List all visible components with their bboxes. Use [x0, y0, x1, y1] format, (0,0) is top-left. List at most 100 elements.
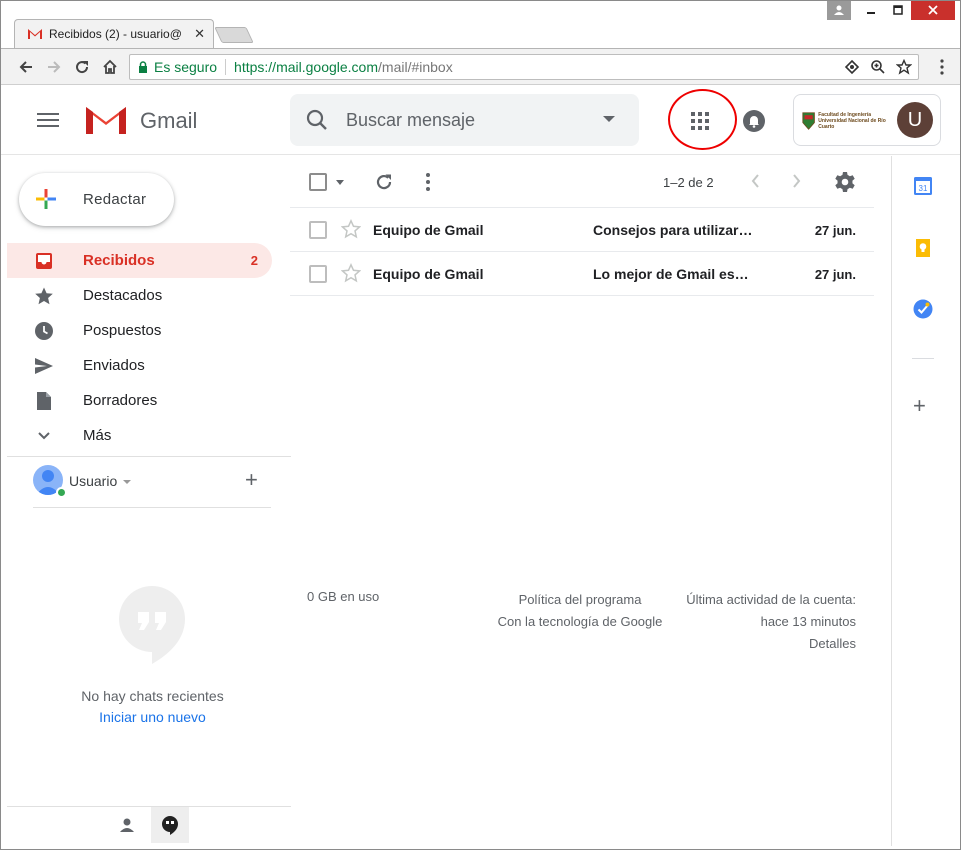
gmail-favicon-icon — [28, 29, 42, 39]
account-switcher[interactable]: Facultad de Ingeniería Universidad Nacio… — [793, 94, 941, 146]
minimize-button[interactable] — [857, 0, 884, 20]
email-subject: Consejos para utilizar… — [593, 222, 753, 238]
main-menu-button[interactable] — [37, 112, 59, 133]
email-date: 27 jun. — [814, 267, 856, 282]
sidebar-item-label: Borradores — [83, 392, 158, 409]
keep-button[interactable] — [913, 238, 933, 258]
sidebar-item-more[interactable]: Más — [7, 418, 272, 453]
browser-menu-button[interactable] — [940, 59, 944, 80]
bookmark-star-icon[interactable] — [896, 59, 912, 75]
send-icon — [34, 356, 54, 376]
newer-button[interactable] — [750, 173, 760, 194]
sidebar-divider — [7, 456, 291, 457]
tasks-button[interactable] — [913, 299, 933, 319]
more-actions-button[interactable] — [426, 173, 430, 196]
extension-icon[interactable] — [844, 59, 860, 75]
select-all-checkbox[interactable] — [309, 173, 327, 191]
search-icon[interactable] — [306, 109, 328, 131]
compose-button[interactable]: Redactar — [19, 173, 174, 226]
browser-tab[interactable]: Recibidos (2) - usuario@ ✕ — [14, 19, 214, 48]
gmail-m-icon — [86, 107, 126, 134]
list-toolbar: 1–2 de 2 — [290, 156, 874, 208]
new-chat-plus-icon[interactable]: + — [245, 469, 258, 491]
sidebar-item-starred[interactable]: Destacados — [7, 278, 272, 313]
older-button[interactable] — [792, 173, 802, 194]
hamburger-icon — [37, 113, 59, 127]
forward-button[interactable] — [44, 57, 64, 77]
minimize-icon — [866, 12, 875, 14]
select-dropdown-icon[interactable] — [336, 180, 344, 185]
sidebar-item-label: Destacados — [83, 287, 163, 304]
close-icon — [928, 5, 938, 15]
maximize-button[interactable] — [884, 0, 911, 20]
sidebar-item-inbox[interactable]: Recibidos 2 — [7, 243, 272, 278]
settings-button[interactable] — [834, 171, 856, 198]
person-icon — [834, 5, 844, 15]
sidebar-nav: Recibidos 2 Destacados Pospuestos Enviad… — [7, 243, 291, 453]
gmail-logo[interactable] — [85, 104, 127, 141]
url-host: https://mail.google.com — [234, 59, 379, 75]
hangouts-icon — [162, 816, 178, 835]
zoom-icon[interactable] — [870, 59, 886, 75]
pagination-info: 1–2 de 2 — [663, 175, 714, 190]
hangouts-divider — [33, 507, 271, 508]
back-button[interactable] — [16, 57, 36, 77]
person-icon — [120, 818, 134, 832]
maximize-icon — [892, 5, 903, 15]
get-addons-plus-icon[interactable]: + — [913, 395, 926, 417]
account-avatar[interactable]: U — [897, 102, 933, 138]
organization-logo: Facultad de Ingeniería Universidad Nacio… — [802, 108, 888, 134]
window-close-button[interactable] — [911, 0, 955, 20]
powered-by-text: Con la tecnología de Google — [497, 614, 663, 629]
no-chats-text: No hay chats recientes — [81, 688, 224, 704]
tab-close-icon[interactable]: ✕ — [194, 26, 205, 42]
email-row[interactable]: Equipo de Gmail Lo mejor de Gmail es… 27… — [290, 252, 874, 296]
email-sender: Equipo de Gmail — [373, 222, 484, 238]
user-name: Usuario — [69, 473, 118, 489]
start-new-chat-link[interactable]: Iniciar uno nuevo — [7, 709, 298, 725]
hangouts-button[interactable] — [151, 807, 189, 843]
clock-icon — [34, 321, 54, 341]
address-bar[interactable]: Es seguro https://mail.google.com/mail/#… — [129, 54, 919, 80]
new-tab-button[interactable] — [214, 27, 254, 43]
arrow-left-icon — [19, 61, 32, 73]
row-checkbox[interactable] — [309, 265, 327, 283]
email-row[interactable]: Equipo de Gmail Consejos para utilizar… … — [290, 208, 874, 252]
crest-icon — [802, 112, 815, 130]
tab-title: Recibidos (2) - usuario@ — [49, 27, 182, 41]
more-vert-icon — [940, 59, 944, 75]
tasks-check-icon — [913, 299, 933, 319]
browser-profile-button[interactable] — [827, 0, 851, 20]
row-checkbox[interactable] — [309, 221, 327, 239]
calendar-day: 31 — [919, 184, 928, 193]
program-policy-link[interactable]: Política del programa — [480, 589, 680, 611]
search-options-icon[interactable] — [603, 116, 615, 122]
reload-button[interactable] — [72, 57, 92, 77]
reload-icon — [76, 61, 89, 74]
last-activity-time: hace 13 minutos — [760, 614, 856, 629]
search-input[interactable] — [346, 108, 596, 132]
sidebar-item-sent[interactable]: Enviados — [7, 348, 272, 383]
details-link[interactable]: Detalles — [686, 633, 856, 655]
user-status-dropdown-icon[interactable] — [123, 480, 131, 484]
search-bar[interactable] — [290, 94, 639, 146]
home-button[interactable] — [100, 57, 120, 77]
sidebar-item-snoozed[interactable]: Pospuestos — [7, 313, 272, 348]
calendar-button[interactable]: 31 — [913, 176, 933, 196]
email-subject: Lo mejor de Gmail es… — [593, 266, 749, 282]
star-outline-icon[interactable] — [341, 263, 361, 283]
notifications-button[interactable] — [742, 109, 766, 138]
plus-multicolor-icon — [36, 189, 56, 209]
email-sender: Equipo de Gmail — [373, 266, 484, 282]
calendar-icon: 31 — [914, 177, 932, 195]
contacts-button[interactable] — [119, 817, 135, 838]
refresh-button[interactable] — [374, 172, 394, 197]
sidebar-item-drafts[interactable]: Borradores — [7, 383, 272, 418]
chevron-down-icon — [34, 426, 54, 446]
hangouts-user[interactable]: Usuario + — [33, 463, 273, 498]
home-icon — [103, 59, 117, 74]
browser-titlebar: Recibidos (2) - usuario@ ✕ — [0, 0, 961, 48]
url-path: /mail/#inbox — [378, 59, 453, 75]
sidebar-item-label: Más — [83, 427, 112, 444]
star-outline-icon[interactable] — [341, 219, 361, 239]
